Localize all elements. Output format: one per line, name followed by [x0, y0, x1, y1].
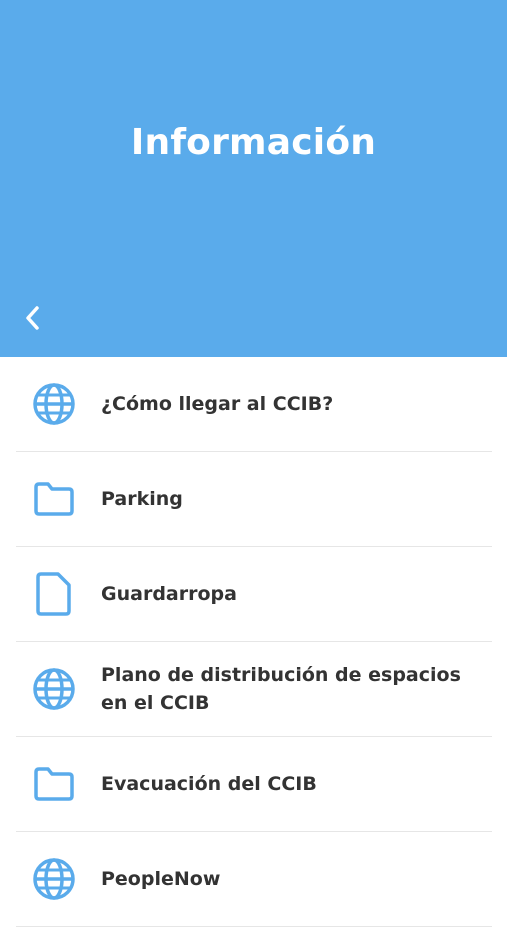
list-item-evacuacion[interactable]: Evacuación del CCIB: [16, 737, 492, 832]
list-item-como-llegar[interactable]: ¿Cómo llegar al CCIB?: [16, 357, 492, 452]
back-button[interactable]: [18, 302, 48, 334]
list-item-label: PeopleNow: [101, 868, 221, 890]
chevron-left-icon: [26, 306, 39, 330]
folder-icon: [30, 475, 78, 523]
app-header: Información: [0, 0, 507, 357]
list-item-plano[interactable]: Plano de distribución de espacios en el …: [16, 642, 492, 737]
globe-icon: [30, 380, 78, 428]
list-item-label: ¿Cómo llegar al CCIB?: [101, 393, 334, 415]
list-item-guardarropa[interactable]: Guardarropa: [16, 547, 492, 642]
list-item-label: Guardarropa: [101, 583, 237, 605]
list-item-label: Parking: [101, 488, 183, 510]
globe-icon: [30, 665, 78, 713]
list-item-label: Evacuación del CCIB: [101, 773, 317, 795]
page-title: Información: [130, 122, 377, 163]
folder-icon: [30, 760, 78, 808]
info-list: ¿Cómo llegar al CCIB? Parking Guardarrop…: [0, 357, 507, 927]
globe-icon: [30, 855, 78, 903]
list-item-peoplenow[interactable]: PeopleNow: [16, 832, 492, 927]
document-icon: [30, 570, 78, 618]
list-item-label: Plano de distribución de espacios en el …: [101, 664, 461, 714]
list-item-parking[interactable]: Parking: [16, 452, 492, 547]
